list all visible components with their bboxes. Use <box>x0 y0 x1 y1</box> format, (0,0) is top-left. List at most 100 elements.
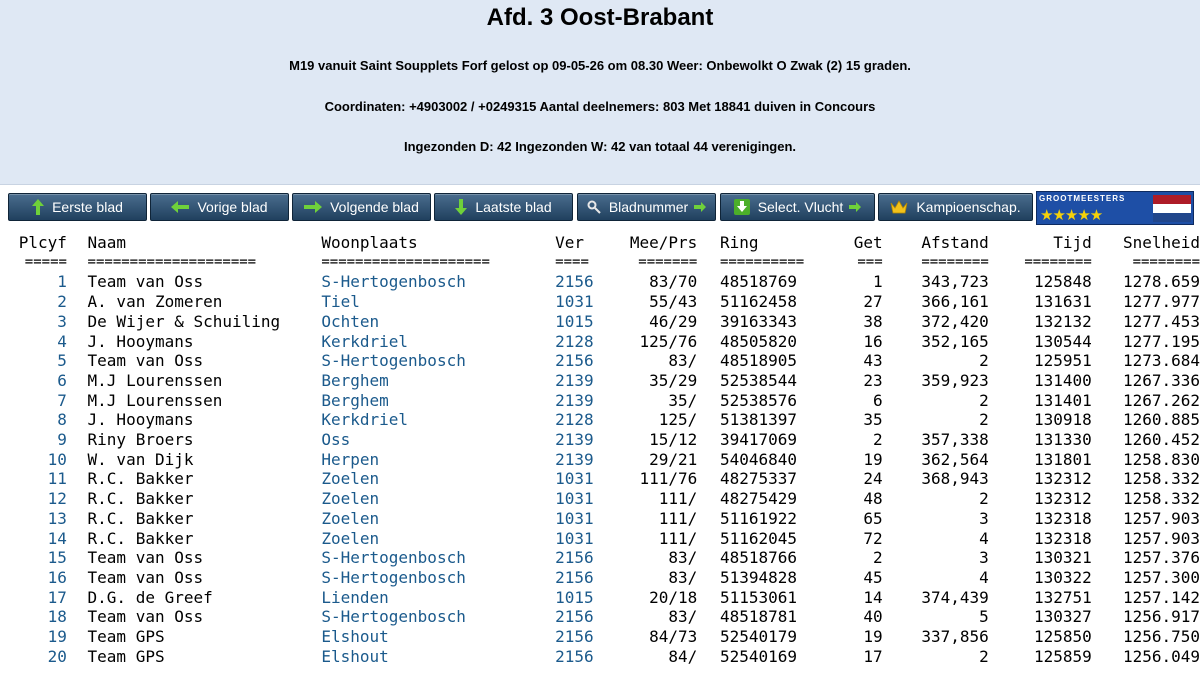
place-link[interactable]: 7 <box>0 391 67 411</box>
select-flight-button[interactable]: Select. Vlucht <box>720 193 875 221</box>
name-cell: A. van Zomeren <box>87 292 223 312</box>
marked-cell: 48 <box>863 489 883 509</box>
club-link[interactable]: 1031 <box>555 292 598 312</box>
place-link[interactable]: 3 <box>0 312 67 332</box>
club-link[interactable]: 1031 <box>555 529 598 549</box>
distance-cell: 2 <box>979 646 989 666</box>
club-link[interactable]: 2156 <box>555 272 598 292</box>
residence-link[interactable]: S-Hertogenbosch <box>321 351 534 371</box>
next-page-button[interactable]: Volgende blad <box>292 193 431 221</box>
place-link[interactable]: 19 <box>0 627 67 647</box>
club-link[interactable]: 1015 <box>555 588 598 608</box>
residence-link[interactable]: Herpen <box>321 450 534 470</box>
place-link[interactable]: 5 <box>0 351 67 371</box>
club-link[interactable]: 1031 <box>555 509 598 529</box>
residence-link[interactable]: Oss <box>321 430 534 450</box>
place-link[interactable]: 14 <box>0 529 67 549</box>
results-table: Plcyf Naam Woonplaats Ver Mee/Prs Ring G… <box>0 233 1200 666</box>
place-link[interactable]: 10 <box>0 450 67 470</box>
select-flight-label: Select. Vlucht <box>757 199 844 215</box>
previous-page-button[interactable]: Vorige blad <box>150 193 289 221</box>
ring-cell: 51394828 <box>719 567 797 587</box>
place-link[interactable]: 1 <box>0 272 67 292</box>
residence-link[interactable]: Zoelen <box>321 529 534 549</box>
residence-link[interactable]: Zoelen <box>321 469 534 489</box>
distance-cell: 343,723 <box>921 272 989 292</box>
speed-cell: 1258.830 <box>1122 449 1200 469</box>
residence-link[interactable]: S-Hertogenbosch <box>321 568 534 588</box>
place-link[interactable]: 11 <box>0 469 67 489</box>
table-row: 3 De Wijer & Schuiling Ochten 1015 46/29 3916… <box>0 312 1200 332</box>
residence-link[interactable]: Lienden <box>321 588 534 608</box>
speed-cell: 1258.332 <box>1122 489 1200 509</box>
ring-cell: 48275337 <box>719 469 797 489</box>
place-link[interactable]: 18 <box>0 607 67 627</box>
marked-cell: 38 <box>863 311 883 331</box>
table-row: 11 R.C. Bakker Zoelen 1031 111/76 48275337 24 3… <box>0 469 1200 489</box>
residence-link[interactable]: Ochten <box>321 312 534 332</box>
residence-link[interactable]: Zoelen <box>321 509 534 529</box>
distance-cell: 3 <box>979 508 989 528</box>
club-link[interactable]: 2156 <box>555 607 598 627</box>
time-cell: 132312 <box>1033 469 1092 489</box>
residence-link[interactable]: Kerkdriel <box>321 332 534 352</box>
residence-link[interactable]: S-Hertogenbosch <box>321 272 534 292</box>
place-link[interactable]: 17 <box>0 588 67 608</box>
place-link[interactable]: 2 <box>0 292 67 312</box>
club-link[interactable]: 1015 <box>555 312 598 332</box>
residence-link[interactable]: Zoelen <box>321 489 534 509</box>
place-link[interactable]: 12 <box>0 489 67 509</box>
place-link[interactable]: 15 <box>0 548 67 568</box>
time-cell: 125850 <box>1033 627 1092 647</box>
ring-cell: 51153061 <box>719 587 797 607</box>
dutch-flag-icon <box>1153 195 1191 222</box>
residence-link[interactable]: Tiel <box>321 292 534 312</box>
club-link[interactable]: 2139 <box>555 430 598 450</box>
club-link[interactable]: 2156 <box>555 568 598 588</box>
entries-cell: 125/76 <box>639 331 698 351</box>
page-number-button[interactable]: Bladnummer <box>577 193 716 221</box>
page-number-label: Bladnummer <box>608 199 689 215</box>
club-link[interactable]: 2128 <box>555 410 598 430</box>
go-arrow-icon <box>849 202 862 212</box>
header-cell: Ring <box>719 233 759 252</box>
place-link[interactable]: 13 <box>0 509 67 529</box>
club-link[interactable]: 2128 <box>555 332 598 352</box>
residence-link[interactable]: Elshout <box>321 627 534 647</box>
club-link[interactable]: 1031 <box>555 469 598 489</box>
club-link[interactable]: 2156 <box>555 351 598 371</box>
club-link[interactable]: 2156 <box>555 647 598 667</box>
club-link[interactable]: 2139 <box>555 391 598 411</box>
name-cell: R.C. Bakker <box>87 528 194 548</box>
distance-cell: 368,943 <box>921 469 989 489</box>
residence-link[interactable]: S-Hertogenbosch <box>321 607 534 627</box>
distance-cell: 2 <box>979 351 989 371</box>
club-link[interactable]: 2139 <box>555 371 598 391</box>
ring-cell: 52540169 <box>719 646 797 666</box>
first-page-button[interactable]: Eerste blad <box>8 193 147 221</box>
speed-cell: 1277.195 <box>1122 331 1200 351</box>
speed-cell: 1267.262 <box>1122 390 1200 410</box>
place-link[interactable]: 9 <box>0 430 67 450</box>
place-link[interactable]: 4 <box>0 332 67 352</box>
residence-link[interactable]: S-Hertogenbosch <box>321 548 534 568</box>
residence-link[interactable]: Berghem <box>321 371 534 391</box>
speed-cell: 1256.917 <box>1122 607 1200 627</box>
club-link[interactable]: 1031 <box>555 489 598 509</box>
championship-button[interactable]: Kampioenschap. <box>878 193 1033 221</box>
place-link[interactable]: 6 <box>0 371 67 391</box>
club-link[interactable]: 2156 <box>555 627 598 647</box>
club-link[interactable]: 2139 <box>555 450 598 470</box>
speed-cell: 1257.142 <box>1122 587 1200 607</box>
name-cell: Team van Oss <box>87 607 204 627</box>
place-link[interactable]: 16 <box>0 568 67 588</box>
last-page-button[interactable]: Laatste blad <box>434 193 573 221</box>
place-link[interactable]: 20 <box>0 647 67 667</box>
club-link[interactable]: 2156 <box>555 548 598 568</box>
grootmeesters-logo[interactable]: GROOTMEESTERS ★★★★★ <box>1036 191 1194 225</box>
residence-link[interactable]: Kerkdriel <box>321 410 534 430</box>
residence-link[interactable]: Berghem <box>321 391 534 411</box>
place-link[interactable]: 8 <box>0 410 67 430</box>
speed-cell: 1260.885 <box>1122 410 1200 430</box>
residence-link[interactable]: Elshout <box>321 647 534 667</box>
